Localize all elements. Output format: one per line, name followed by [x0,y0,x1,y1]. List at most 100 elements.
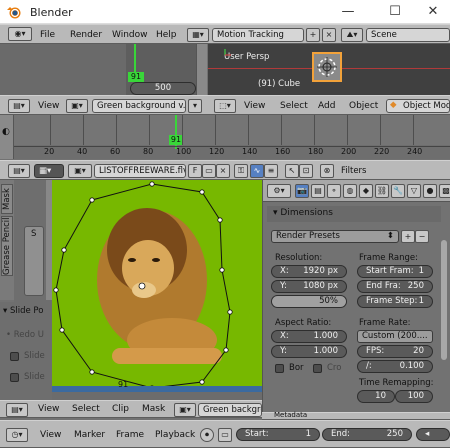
menu-clip[interactable]: Clip [112,404,129,414]
resolution-y-field[interactable]: Y: 1080 px [271,280,347,293]
render-presets-menu[interactable]: Render Presets ⬍ [271,230,399,243]
constraints-icon[interactable]: ⛓ [375,184,389,198]
clip-view[interactable]: 91 [52,180,262,400]
dopesheet[interactable]: ◐ 91 20 40 60 80 100 120 140 160 180 200 220 240 [0,115,450,159]
scrollbar[interactable] [196,44,207,95]
scene-selector[interactable]: Scene [366,28,450,42]
add-preset-button[interactable]: + [401,230,415,243]
menu-help[interactable]: Help [156,30,177,40]
texture-icon[interactable]: ▩ [439,184,450,198]
eye-icon[interactable]: ◐ [2,127,10,137]
menu-add[interactable]: Add [318,101,335,111]
editor-type-icon[interactable]: ◷▾ [6,428,28,442]
dopesheet-icon[interactable]: ≡ [264,164,278,178]
3d-viewport[interactable]: User Persp (91) Cube [208,44,450,95]
open-folder-icon[interactable]: ▭ [202,164,216,178]
fake-user-button[interactable]: F [188,164,202,178]
pin-icon[interactable]: ⊡ [299,164,313,178]
end-frame-field[interactable]: End: 250 [322,428,412,441]
frame-rate-preset-menu[interactable]: Custom (200.... [357,330,433,343]
slide-checkbox[interactable] [10,373,19,382]
screen-layout-icon[interactable]: ▦▾ [187,28,209,42]
menu-select[interactable]: Select [280,101,308,111]
mask-browse-icon[interactable]: ▣▾ [174,403,196,417]
mask-clip-selector[interactable]: Green backgrou [198,403,262,417]
editor-type-icon[interactable]: ◉▾ [8,27,32,41]
object-icon[interactable]: ◆ [359,184,373,198]
minimize-button[interactable]: — [333,2,363,22]
world-icon[interactable]: ◍ [343,184,357,198]
record-icon[interactable]: ⏺ [200,428,214,442]
cursor-icon[interactable]: ↖ [285,164,299,178]
tab-mask[interactable]: Mask [1,184,13,214]
menu-window[interactable]: Window [112,30,148,40]
cube-object[interactable] [312,52,342,82]
menu-view[interactable]: View [38,101,59,111]
start-frame-field[interactable]: Start Fram: 1 [357,265,433,278]
menu-playback[interactable]: Playback [155,430,195,440]
menu-frame[interactable]: Frame [116,430,144,440]
tab-grease-pencil[interactable]: Grease Pencil [1,216,13,276]
end-frame-field[interactable]: End Fra: 250 [357,280,433,293]
lock-icon[interactable]: ⚿ [234,164,248,178]
filters-button[interactable]: Filters [336,164,376,178]
remove-screen-button[interactable]: × [322,28,336,42]
menu-object[interactable]: Object [349,101,378,111]
metadata-panel[interactable]: Metadata [262,411,450,420]
render-layers-icon[interactable]: ▤ [311,184,325,198]
close-clip-button[interactable]: × [216,164,230,178]
mask-spline[interactable] [52,180,262,392]
editor-type-icon[interactable]: ▤▾ [8,99,30,113]
graph-editor[interactable]: 91 500 [0,44,207,95]
clip-name-field[interactable]: LISTOFFREEWARE.flv [94,164,186,178]
current-frame-field[interactable]: ◂ [416,428,450,441]
menu-file[interactable]: File [40,30,55,40]
editor-type-icon[interactable]: ⚙▾ [267,184,291,198]
start-frame-field[interactable]: Start: 1 [236,428,320,441]
menu-view[interactable]: View [38,404,59,414]
properties-scrollbar[interactable] [441,240,447,360]
clip-browse-icon[interactable]: ▣▾ [66,99,88,113]
clip-selector[interactable]: Green background v... [92,99,186,113]
frame-step-field[interactable]: Frame Step: 1 [357,295,433,308]
close-button[interactable]: ✕ [418,2,448,22]
remove-preset-button[interactable]: − [415,230,429,243]
menu-marker[interactable]: Marker [74,430,105,440]
editor-type-icon[interactable]: ⬚▾ [214,99,236,113]
keyframe-icon[interactable]: ▭ [218,428,232,442]
scene-icon[interactable]: ⚬ [327,184,341,198]
fps-base-field[interactable]: /: 0.100 [357,360,433,373]
filter-icon[interactable]: ⊗ [320,164,334,178]
resolution-x-field[interactable]: X: 1920 px [271,265,347,278]
dopesheet-sidebar[interactable]: ◐ [0,115,14,159]
slide-checkbox[interactable] [10,352,19,361]
clip-options-icon[interactable]: ▾ [188,99,202,113]
render-camera-icon[interactable]: 📷 [295,184,309,198]
editor-type-icon[interactable]: ▤▾ [6,403,28,417]
remap-old-field[interactable]: 10 [357,390,395,403]
editor-type-icon[interactable]: ▤▾ [8,164,30,178]
tool-panel-collapsed[interactable]: S [24,226,44,296]
scene-icon[interactable]: ⛰▾ [341,28,363,42]
maximize-button[interactable]: ☐ [380,2,410,22]
remap-new-field[interactable]: 100 [395,390,433,403]
menu-view-3d[interactable]: View [244,101,265,111]
menu-mask[interactable]: Mask [142,404,165,414]
aspect-y-field[interactable]: Y: 1.000 [271,345,347,358]
material-icon[interactable]: ● [423,184,437,198]
dimensions-panel-header[interactable]: ▾ Dimensions [267,206,441,222]
clip-browse-icon[interactable]: ▣▾ [68,164,92,178]
aspect-x-field[interactable]: X: 1.000 [271,330,347,343]
view-mode-selector[interactable]: ▦▾ [34,164,64,178]
border-checkbox[interactable] [275,364,284,373]
crop-checkbox[interactable] [313,364,322,373]
menu-render[interactable]: Render [70,30,102,40]
menu-view[interactable]: View [40,430,61,440]
resolution-percentage-field[interactable]: 50% [271,295,347,308]
graph-icon[interactable]: ∿ [250,164,264,178]
add-screen-button[interactable]: + [306,28,320,42]
operator-panel-title[interactable]: ▾ Slide Po [3,306,43,316]
menu-select[interactable]: Select [72,404,100,414]
value-field[interactable]: 500 [130,82,196,95]
mode-selector[interactable]: ◆ Object Mode [386,99,450,113]
